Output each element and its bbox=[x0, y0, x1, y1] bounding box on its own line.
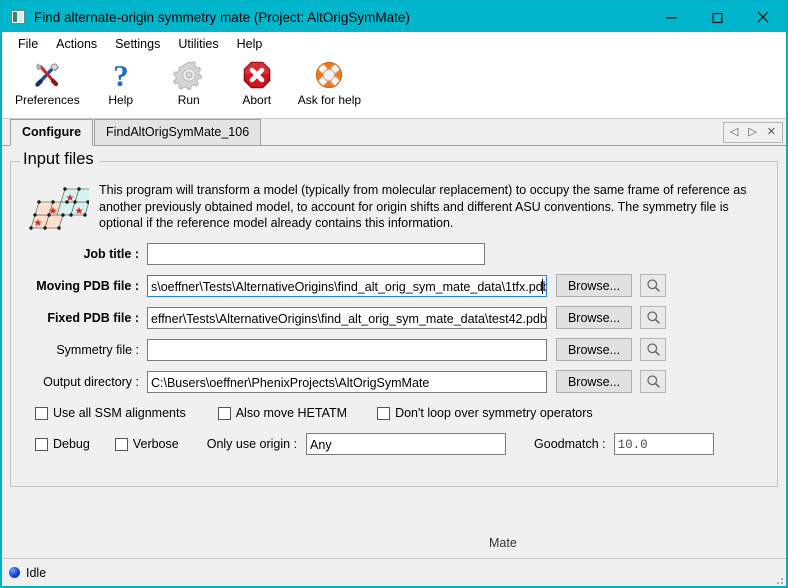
toolbar-label-run: Run bbox=[178, 93, 200, 107]
fixed-pdb-browse-button[interactable]: Browse... bbox=[556, 306, 632, 329]
checkbox-label-also-move-hetatm: Also move HETATM bbox=[236, 406, 347, 420]
lattice-icon bbox=[27, 186, 89, 234]
menu-help[interactable]: Help bbox=[228, 35, 272, 53]
output-directory-browse-button[interactable]: Browse... bbox=[556, 370, 632, 393]
magnifier-icon bbox=[646, 310, 661, 325]
moving-pdb-input[interactable]: s\oeffner\Tests\AlternativeOrigins\find_… bbox=[147, 275, 547, 297]
options-row-1: Use all SSM alignments Also move HETATM … bbox=[21, 406, 767, 420]
job-title-input[interactable] bbox=[147, 243, 485, 265]
fixed-pdb-input[interactable]: effner\Tests\AlternativeOrigins\find_alt… bbox=[147, 307, 547, 329]
menu-settings[interactable]: Settings bbox=[106, 35, 169, 53]
moving-pdb-search-button[interactable] bbox=[640, 274, 666, 297]
checkbox-label-verbose: Verbose bbox=[133, 437, 179, 451]
checkbox-verbose[interactable]: Verbose bbox=[115, 437, 179, 451]
output-directory-search-button[interactable] bbox=[640, 370, 666, 393]
toolbar: Preferences ? Help Run bbox=[2, 56, 786, 119]
menu-bar: File Actions Settings Utilities Help bbox=[2, 32, 786, 56]
checkbox-box[interactable] bbox=[115, 438, 128, 451]
checkbox-box[interactable] bbox=[218, 407, 231, 420]
life-ring-icon bbox=[312, 58, 346, 92]
output-directory-input[interactable]: C:\Busers\oeffner\PhenixProjects\AltOrig… bbox=[147, 371, 547, 393]
checkbox-use-all-ssm[interactable]: Use all SSM alignments bbox=[35, 406, 186, 420]
tab-nav: ◁ ▷ ✕ bbox=[723, 122, 783, 143]
tab-findaltorigsymmate-106[interactable]: FindAltOrigSymMate_106 bbox=[94, 119, 261, 145]
label-symmetry-file: Symmetry file : bbox=[21, 343, 147, 357]
magnifier-icon bbox=[646, 278, 661, 293]
label-moving-pdb: Moving PDB file : bbox=[21, 279, 147, 293]
row-output-directory: Output directory : C:\Busers\oeffner\Phe… bbox=[21, 370, 767, 393]
label-job-title: Job title : bbox=[21, 247, 147, 261]
checkbox-no-loop-symmetry[interactable]: Don't loop over symmetry operators bbox=[377, 406, 593, 420]
checkbox-box[interactable] bbox=[35, 407, 48, 420]
toolbar-button-run[interactable]: Run bbox=[155, 56, 223, 107]
checkbox-label-no-loop-symmetry: Don't loop over symmetry operators bbox=[395, 406, 593, 420]
symmetry-file-input[interactable] bbox=[147, 339, 547, 361]
description-row: This program will transform a model (typ… bbox=[27, 182, 767, 234]
fixed-pdb-search-button[interactable] bbox=[640, 306, 666, 329]
checkbox-label-debug: Debug bbox=[53, 437, 90, 451]
input-files-group: Input files bbox=[10, 161, 778, 487]
clipped-overlay-text: Mate bbox=[2, 534, 786, 558]
title-bar: Find alternate-origin symmetry mate (Pro… bbox=[2, 2, 786, 32]
maximize-button[interactable] bbox=[694, 2, 740, 32]
window-title: Find alternate-origin symmetry mate (Pro… bbox=[34, 10, 410, 25]
status-indicator-icon bbox=[9, 567, 20, 578]
goodmatch-input[interactable]: 10.0 bbox=[614, 433, 714, 455]
label-only-use-origin: Only use origin : bbox=[207, 437, 297, 451]
menu-file[interactable]: File bbox=[9, 35, 47, 53]
gear-icon bbox=[172, 58, 206, 92]
tab-close-icon[interactable]: ✕ bbox=[767, 127, 776, 138]
close-button[interactable] bbox=[740, 2, 786, 32]
group-title: Input files bbox=[20, 150, 99, 169]
tools-icon bbox=[30, 58, 64, 92]
checkbox-debug[interactable]: Debug bbox=[35, 437, 90, 451]
toolbar-button-preferences[interactable]: Preferences bbox=[8, 56, 87, 107]
toolbar-button-ask-for-help[interactable]: Ask for help bbox=[291, 56, 368, 107]
row-symmetry-file: Symmetry file : Browse... bbox=[21, 338, 767, 361]
tab-next-icon[interactable]: ▷ bbox=[748, 127, 756, 138]
content-area: Input files bbox=[2, 146, 786, 558]
label-output-directory: Output directory : bbox=[21, 375, 147, 389]
row-moving-pdb: Moving PDB file : s\oeffner\Tests\Altern… bbox=[21, 274, 767, 297]
row-fixed-pdb: Fixed PDB file : effner\Tests\Alternativ… bbox=[21, 306, 767, 329]
resize-grip[interactable] bbox=[771, 572, 783, 584]
menu-actions[interactable]: Actions bbox=[47, 35, 106, 53]
label-goodmatch: Goodmatch : bbox=[534, 437, 606, 451]
symmetry-file-search-button[interactable] bbox=[640, 338, 666, 361]
app-icon bbox=[11, 10, 25, 24]
app-window: Find alternate-origin symmetry mate (Pro… bbox=[0, 0, 788, 588]
only-use-origin-input[interactable]: Any bbox=[306, 433, 506, 455]
options-row-2: Debug Verbose Only use origin : Any Good… bbox=[21, 433, 767, 455]
symmetry-file-browse-button[interactable]: Browse... bbox=[556, 338, 632, 361]
row-job-title: Job title : bbox=[21, 243, 767, 265]
toolbar-label-preferences: Preferences bbox=[15, 93, 80, 107]
tab-prev-icon[interactable]: ◁ bbox=[730, 127, 738, 138]
status-text: Idle bbox=[26, 566, 46, 580]
window-controls bbox=[648, 2, 786, 32]
question-mark-icon: ? bbox=[104, 58, 138, 92]
toolbar-label-abort: Abort bbox=[242, 93, 271, 107]
status-bar: Idle bbox=[2, 558, 786, 586]
toolbar-button-help[interactable]: ? Help bbox=[87, 56, 155, 107]
checkbox-box[interactable] bbox=[377, 407, 390, 420]
checkbox-also-move-hetatm[interactable]: Also move HETATM bbox=[218, 406, 347, 420]
clipped-text: Mate bbox=[489, 536, 517, 550]
toolbar-button-abort[interactable]: Abort bbox=[223, 56, 291, 107]
tab-configure[interactable]: Configure bbox=[10, 119, 93, 146]
checkbox-label-use-all-ssm: Use all SSM alignments bbox=[53, 406, 186, 420]
magnifier-icon bbox=[646, 374, 661, 389]
menu-utilities[interactable]: Utilities bbox=[169, 35, 227, 53]
minimize-button[interactable] bbox=[648, 2, 694, 32]
label-fixed-pdb: Fixed PDB file : bbox=[21, 311, 147, 325]
moving-pdb-browse-button[interactable]: Browse... bbox=[556, 274, 632, 297]
svg-text:?: ? bbox=[113, 59, 129, 91]
toolbar-label-help: Help bbox=[108, 93, 133, 107]
tab-strip: Configure FindAltOrigSymMate_106 ◁ ▷ ✕ bbox=[2, 119, 786, 146]
checkbox-box[interactable] bbox=[35, 438, 48, 451]
program-description: This program will transform a model (typ… bbox=[99, 182, 767, 232]
toolbar-label-ask-for-help: Ask for help bbox=[298, 93, 361, 107]
stop-x-icon bbox=[240, 58, 274, 92]
magnifier-icon bbox=[646, 342, 661, 357]
